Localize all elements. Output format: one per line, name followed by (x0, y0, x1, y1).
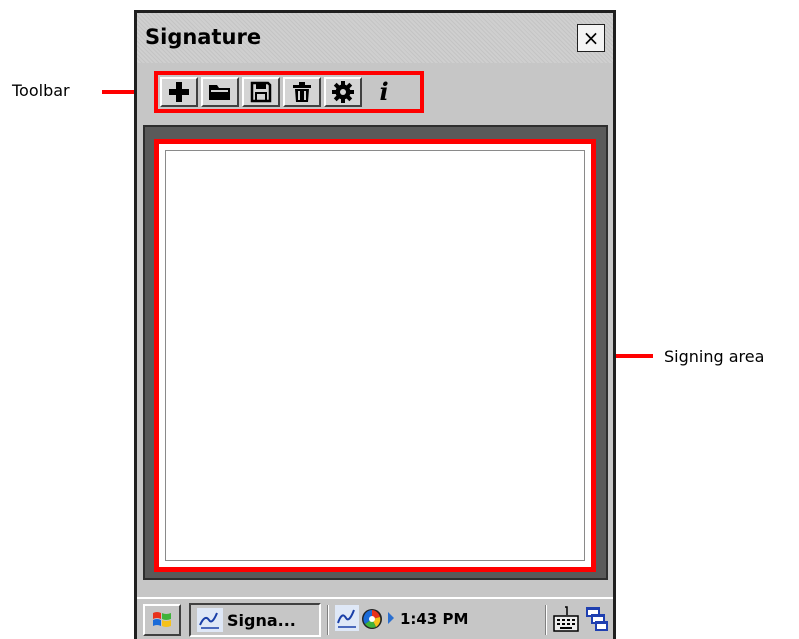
toolbar: i (154, 71, 424, 113)
signature-tray-icon[interactable] (335, 605, 359, 631)
tray-expand-arrow-icon[interactable] (388, 612, 394, 624)
taskbar-signature-button[interactable]: Signa... (189, 603, 321, 637)
plus-icon (169, 82, 189, 102)
save-button[interactable] (242, 77, 280, 107)
clock[interactable]: 1:43 PM (400, 610, 468, 628)
color-wheel-icon[interactable] (361, 608, 383, 630)
signing-area-callout-label: Signing area (664, 347, 765, 366)
window-title: Signature (145, 25, 262, 49)
taskbar-divider (327, 605, 329, 635)
taskbar-divider (545, 605, 547, 635)
info-button[interactable]: i (365, 77, 403, 107)
delete-button[interactable] (283, 77, 321, 107)
keyboard-icon[interactable] (553, 605, 579, 633)
windows-flag-icon (153, 612, 171, 627)
toolbar-callout-label: Toolbar (12, 81, 70, 100)
new-button[interactable] (160, 77, 198, 107)
title-bar: Signature × (137, 13, 613, 63)
gear-icon (332, 81, 354, 103)
windows-switch-icon[interactable] (585, 606, 609, 632)
taskbar-task-label: Signa... (227, 610, 296, 630)
close-icon: × (582, 26, 600, 50)
start-button[interactable] (143, 604, 181, 636)
settings-button[interactable] (324, 77, 362, 107)
trash-icon (293, 82, 311, 102)
signing-canvas[interactable] (165, 150, 585, 561)
app-window: Signature × i Signa... 1:43 PM (137, 13, 613, 639)
signature-app-icon (197, 608, 223, 632)
signing-area[interactable] (154, 139, 596, 572)
info-icon: i (379, 77, 389, 106)
taskbar: Signa... 1:43 PM (137, 597, 613, 639)
close-button[interactable]: × (577, 24, 605, 52)
open-button[interactable] (201, 77, 239, 107)
floppy-disk-icon (250, 81, 272, 103)
folder-icon (209, 85, 230, 100)
